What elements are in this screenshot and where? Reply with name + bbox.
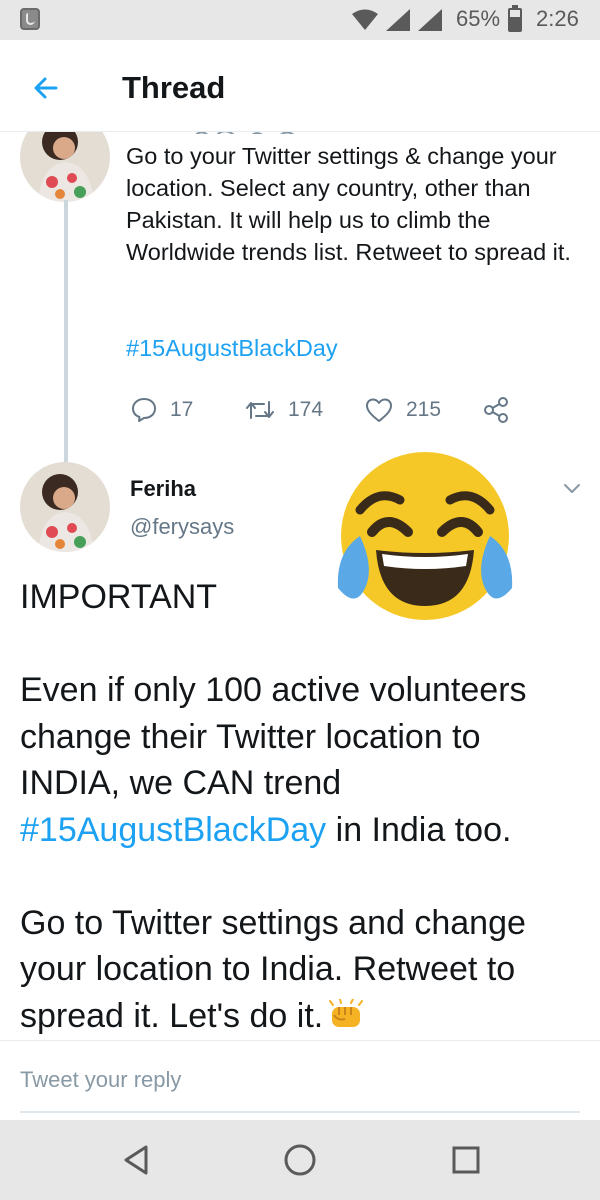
- avatar[interactable]: [20, 462, 110, 552]
- heart-icon: [366, 398, 392, 422]
- reply-button[interactable]: 17: [130, 392, 193, 428]
- reply-count: 17: [170, 398, 194, 421]
- clock: 2:26: [536, 6, 579, 31]
- chevron-down-icon[interactable]: [560, 476, 584, 500]
- retweet-button[interactable]: 174: [244, 392, 323, 428]
- tweet-actions: 17 174 215: [126, 392, 526, 428]
- signal-icon: [418, 9, 442, 31]
- tweet-author-name[interactable]: Feriha: [130, 476, 196, 502]
- screen: 65% 2:26 Thread Go to your Twitter setti…: [0, 0, 600, 1200]
- page-title: Thread: [122, 70, 226, 105]
- tweet-paragraph: Even if only 100 active volunteers chang…: [20, 667, 590, 853]
- hashtag-link[interactable]: #15AugustBlackDay: [20, 811, 326, 849]
- home-circle-icon[interactable]: [282, 1142, 318, 1178]
- battery-percent: 65%: [456, 6, 501, 31]
- fist-emoji: [329, 998, 364, 1027]
- recents-square-icon[interactable]: [448, 1142, 484, 1178]
- retweet-count: 174: [288, 398, 324, 421]
- tweet-text-span: in India too.: [326, 810, 512, 849]
- status-bar: 65% 2:26: [0, 0, 600, 40]
- like-count: 215: [406, 398, 442, 421]
- tweet-paragraph: Go to Twitter settings and change your l…: [20, 900, 590, 1040]
- share-button[interactable]: [482, 392, 522, 428]
- tweet-paragraph: IMPORTANT: [20, 578, 218, 616]
- system-nav-bar: [0, 1120, 600, 1200]
- arrow-left-icon[interactable]: [26, 68, 66, 108]
- app-notification-icon: [20, 8, 40, 30]
- battery-icon: [508, 5, 522, 32]
- like-button[interactable]: 215: [364, 392, 441, 428]
- signal-icon: [386, 9, 410, 31]
- tweet-author-handle[interactable]: @ferysays: [130, 514, 234, 540]
- app-header: Thread: [0, 40, 600, 132]
- share-icon: [484, 397, 508, 423]
- tweet-text-span: Go to Twitter settings and change your l…: [20, 903, 526, 1035]
- tweet-body: IMPORTANT Even if only 100 active volunt…: [20, 574, 590, 1039]
- tweet-text: Go to your Twitter settings & change you…: [126, 143, 571, 265]
- retweet-icon: [246, 401, 274, 419]
- tweet-text-span: Even if only 100 active volunteers chang…: [20, 671, 527, 802]
- thread-connector: [64, 200, 68, 462]
- wifi-icon: [352, 9, 378, 30]
- reply-bar: [0, 1040, 600, 1120]
- hashtag-link[interactable]: #15AugustBlackDay: [126, 335, 338, 362]
- reply-input[interactable]: [20, 1063, 580, 1113]
- back-triangle-icon[interactable]: [118, 1142, 154, 1178]
- reply-icon: [132, 398, 156, 422]
